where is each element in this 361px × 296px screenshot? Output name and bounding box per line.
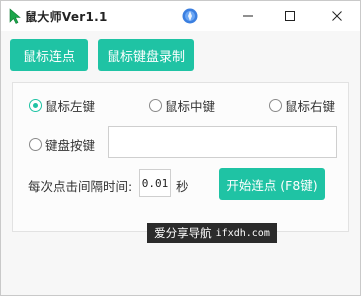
minimize-button[interactable] (225, 1, 270, 31)
radio-left-key-label: 鼠标左键 (45, 99, 96, 114)
interval-label: 每次点击间隔时间: (28, 179, 133, 194)
interval-unit-label: 秒 (176, 179, 189, 194)
radio-selected-icon (29, 99, 42, 112)
radio-middle-key[interactable]: 鼠标中键 (149, 96, 215, 115)
radio-keyboard-key-label: 键盘按键 (45, 138, 96, 153)
radio-keyboard-key[interactable]: 键盘按键 (29, 135, 95, 154)
app-logo-icon (182, 8, 198, 24)
main-content: 鼠标连点 鼠标键盘录制 鼠标左键 鼠标中键 鼠标右键 键盘按键 每次点击间隔时间… (1, 31, 360, 295)
radio-middle-key-label: 鼠标中键 (165, 99, 216, 114)
close-button[interactable] (314, 1, 359, 31)
start-click-button[interactable]: 开始连点 (F8键) (219, 168, 325, 200)
close-icon (331, 11, 342, 21)
radio-unselected-icon (149, 99, 162, 112)
radio-right-key[interactable]: 鼠标右键 (269, 96, 335, 115)
radio-unselected-icon (269, 99, 282, 112)
radio-unselected-icon (29, 138, 42, 151)
window-title: 鼠大师Ver1.1 (25, 10, 108, 24)
keyboard-record-button[interactable]: 鼠标键盘录制 (98, 39, 194, 71)
title-bar: 鼠大师Ver1.1 (1, 1, 360, 31)
watermark-banner: 爱分享导航 ifxdh.com (147, 223, 277, 243)
app-window: 鼠大师Ver1.1 鼠标连点 鼠标键盘录制 鼠标左键 鼠标中键 鼠标右键 键盘按… (0, 0, 361, 296)
maximize-button[interactable] (267, 1, 312, 31)
interval-input[interactable]: 0.01 (139, 169, 171, 197)
mouse-click-button[interactable]: 鼠标连点 (10, 39, 88, 71)
settings-panel: 鼠标左键 鼠标中键 鼠标右键 键盘按键 每次点击间隔时间: 0.01 秒 开始连… (12, 82, 349, 232)
minimize-icon (242, 15, 253, 17)
maximize-icon (284, 11, 295, 21)
radio-left-key[interactable]: 鼠标左键 (29, 96, 95, 115)
keyboard-key-input[interactable] (108, 126, 337, 158)
cursor-arrow-icon (9, 8, 21, 24)
radio-right-key-label: 鼠标右键 (285, 99, 336, 114)
watermark-text: 爱分享导航 (154, 226, 212, 240)
watermark-url: ifxdh.com (215, 227, 270, 239)
